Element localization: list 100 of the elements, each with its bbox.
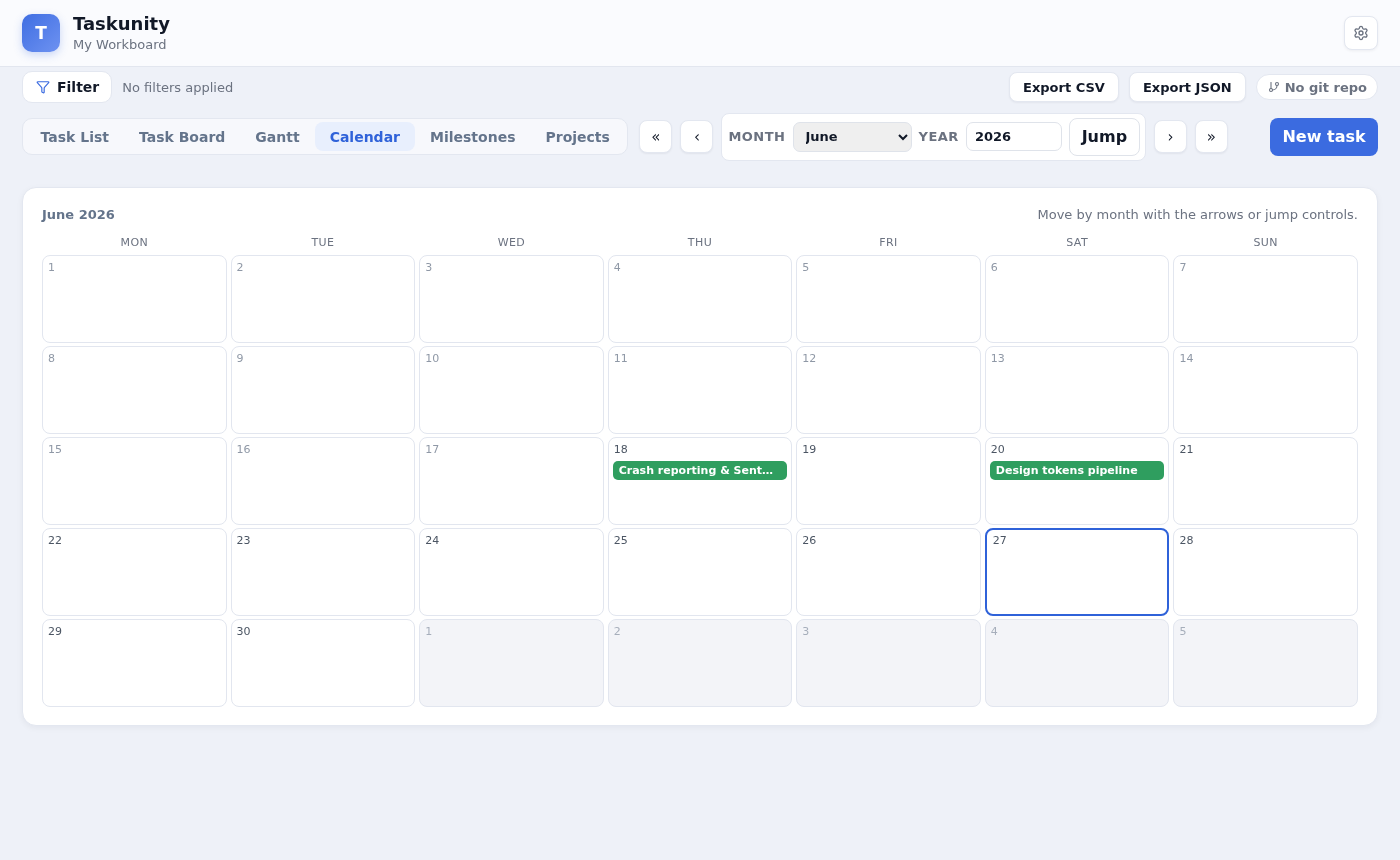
calendar-hint: Move by month with the arrows or jump controls. — [1037, 206, 1358, 222]
weekday-label: WED — [496, 235, 527, 249]
day-number: 4 — [612, 261, 621, 275]
day-number: 2 — [235, 261, 244, 275]
day-cell[interactable]: 22 — [42, 528, 227, 616]
app-title: Taskunity — [73, 13, 171, 35]
day-number: 3 — [801, 625, 810, 639]
day-cell[interactable]: 29 — [42, 619, 227, 707]
day-number: 23 — [235, 534, 251, 548]
view-tab[interactable]: Task Board — [124, 122, 240, 151]
weekday-label: MON — [119, 235, 150, 249]
day-cell[interactable]: 2 — [230, 255, 416, 343]
day-number: 19 — [801, 443, 817, 457]
day-number: 3 — [424, 261, 433, 275]
day-cell[interactable]: 12 — [796, 346, 981, 434]
weekday-label: TUE — [310, 235, 336, 249]
day-cell[interactable]: 6 — [984, 255, 1170, 343]
day-cell[interactable]: 28 — [1173, 528, 1358, 616]
day-number: 15 — [47, 443, 62, 457]
day-number: 30 — [235, 625, 251, 639]
app-logo: T — [22, 14, 60, 52]
month-select[interactable]: June — [792, 121, 912, 152]
day-cell[interactable]: 26 — [796, 528, 981, 616]
previous-month-button[interactable]: ‹ — [680, 120, 714, 153]
git-status-badge: No git repo — [1255, 74, 1378, 100]
weekday-label: SUN — [1252, 235, 1279, 249]
day-number: 8 — [47, 352, 55, 366]
day-number: 16 — [235, 443, 251, 457]
day-number: 6 — [989, 261, 998, 275]
day-cell[interactable]: 16 — [230, 437, 416, 525]
year-input[interactable]: 2026 — [965, 122, 1062, 151]
filter-button[interactable]: Filter — [22, 71, 113, 103]
day-cell[interactable]: 10 — [419, 346, 604, 434]
first-month-button[interactable]: « — [639, 120, 673, 153]
day-number: 26 — [801, 534, 817, 548]
last-month-button[interactable]: » — [1194, 120, 1228, 153]
weekday-label: FRI — [878, 235, 899, 249]
day-cell[interactable]: 30 — [230, 619, 416, 707]
settings-button[interactable] — [1344, 16, 1378, 50]
view-tab[interactable]: Projects — [530, 122, 625, 151]
filter-icon — [36, 80, 50, 94]
day-number: 10 — [424, 352, 440, 366]
day-cell[interactable]: 15 — [42, 437, 227, 525]
day-number: 12 — [801, 352, 817, 366]
day-cell[interactable]: 21 — [1173, 437, 1358, 525]
calendar-title: June 2026 — [42, 206, 115, 222]
day-number: 11 — [612, 352, 628, 366]
day-number: 27 — [991, 534, 1007, 548]
event-chip[interactable]: Design tokens pipeline — [989, 461, 1165, 480]
day-number: 2 — [612, 625, 621, 639]
day-cell[interactable]: 14 — [1173, 346, 1358, 434]
export-button[interactable]: Export JSON — [1128, 72, 1246, 102]
app-subtitle: My Workboard — [73, 36, 168, 53]
day-cell[interactable]: 7 — [1173, 255, 1358, 343]
year-label: YEAR — [918, 129, 959, 144]
day-cell[interactable]: 24 — [419, 528, 604, 616]
day-number: 9 — [235, 352, 244, 366]
day-number: 5 — [1178, 625, 1187, 639]
month-label: MONTH — [728, 129, 786, 144]
day-cell[interactable]: 20 Design tokens pipeline — [984, 437, 1170, 525]
day-cell[interactable]: 23 — [230, 528, 416, 616]
event-chip[interactable]: Crash reporting & Sent… — [612, 461, 788, 480]
day-number: 7 — [1178, 261, 1187, 275]
new-task-button[interactable]: New task — [1270, 117, 1378, 156]
export-button[interactable]: Export CSV — [1009, 72, 1119, 102]
day-number: 17 — [424, 443, 440, 457]
day-number: 1 — [47, 261, 55, 275]
day-number: 13 — [989, 352, 1005, 366]
filter-status: No filters applied — [122, 79, 235, 95]
settings-icon — [1353, 25, 1369, 41]
day-number: 18 — [612, 443, 628, 457]
day-cell[interactable]: 5 — [796, 255, 981, 343]
day-number: 22 — [47, 534, 62, 548]
day-number: 21 — [1178, 443, 1194, 457]
day-number: 24 — [424, 534, 440, 548]
day-cell[interactable]: 18 Crash reporting & Sent… — [607, 437, 793, 525]
day-number: 20 — [989, 443, 1005, 457]
day-cell[interactable]: 4 — [607, 255, 793, 343]
day-cell[interactable]: 19 — [796, 437, 981, 525]
view-tab[interactable]: Calendar — [315, 122, 415, 151]
next-month-button[interactable]: › — [1153, 120, 1187, 153]
jump-button[interactable]: Jump — [1068, 117, 1140, 156]
day-cell[interactable]: 11 — [607, 346, 793, 434]
day-cell[interactable]: 13 — [984, 346, 1170, 434]
day-number: 25 — [612, 534, 628, 548]
day-number: 28 — [1178, 534, 1194, 548]
view-tab[interactable]: Milestones — [415, 122, 530, 151]
day-cell[interactable]: 9 — [230, 346, 416, 434]
weekday-label: SAT — [1065, 235, 1089, 249]
day-cell[interactable]: 1 — [42, 255, 227, 343]
view-tab[interactable]: Task List — [26, 122, 124, 151]
day-number: 14 — [1178, 352, 1194, 366]
day-number: 29 — [47, 625, 62, 639]
day-cell[interactable]: 3 — [419, 255, 604, 343]
day-cell[interactable]: 8 — [42, 346, 227, 434]
day-cell[interactable]: 25 — [607, 528, 793, 616]
day-cell[interactable]: 17 — [419, 437, 604, 525]
day-number: 5 — [801, 261, 810, 275]
view-tab[interactable]: Gantt — [240, 122, 315, 151]
day-cell[interactable]: 27 — [984, 528, 1170, 616]
